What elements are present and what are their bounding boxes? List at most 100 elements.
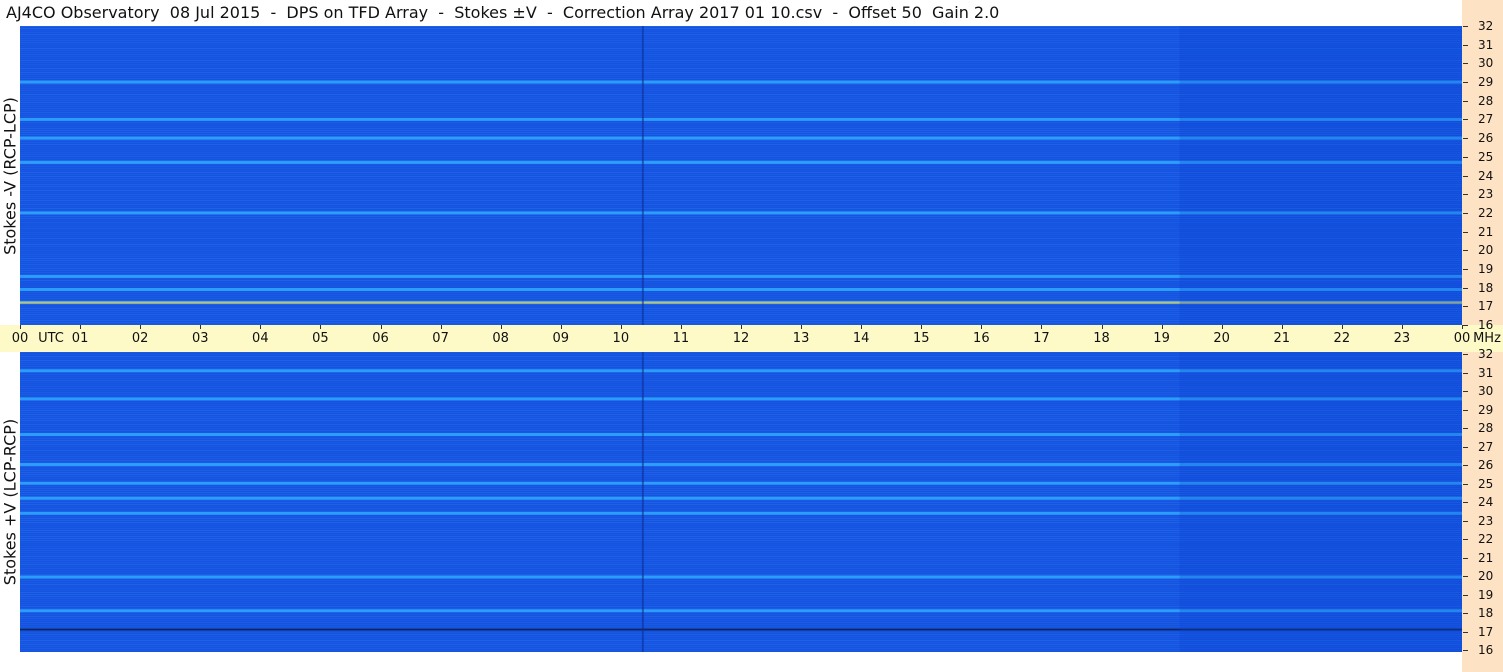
time-axis-bar: 00 01 02 03 04 05 06 07 08 09 10 11 12 13 14 15 16 17 18 19…	[0, 325, 1503, 352]
time-tick-label: 02	[131, 331, 149, 346]
frequency-tick-mark	[1463, 119, 1468, 121]
time-tick-label: 16	[973, 331, 990, 346]
frequency-tick-mark	[1463, 175, 1468, 177]
spectrogram-time-segment	[1179, 352, 1462, 652]
time-tick-mark	[320, 325, 322, 329]
frequency-tick-mark	[1463, 631, 1468, 633]
frequency-tick-mark	[1463, 231, 1468, 233]
bottom-panel-ylabel-text: Stokes +V (LCP-RCP)	[0, 418, 20, 586]
frequency-tick-label: 32	[1478, 347, 1494, 361]
frequency-tick-label: 28	[1478, 421, 1494, 435]
frequency-tick-mark	[1463, 194, 1468, 196]
time-tick-mark	[1281, 325, 1283, 329]
frequency-tick-label: 19	[1478, 587, 1494, 602]
frequency-tick-mark	[1463, 268, 1468, 270]
frequency-tick-label: 20	[1478, 243, 1494, 258]
frequency-tick-mark	[1463, 557, 1468, 559]
time-tick-mark	[140, 325, 142, 329]
frequency-tick-label: 31	[1478, 37, 1494, 52]
time-tick-label: 15	[912, 331, 930, 346]
top-panel-ylabel: Stokes -V (RCP-LCP)	[0, 26, 20, 325]
frequency-tick-label: 28	[1478, 93, 1494, 108]
frequency-tick-mark	[1463, 44, 1468, 46]
time-tick-mark	[1341, 325, 1343, 329]
frequency-tick-label: 27	[1478, 439, 1494, 454]
time-tick-label: 07	[432, 331, 449, 346]
frequency-tick-mark	[1463, 520, 1468, 522]
frequency-tick-label: 24	[1478, 495, 1494, 509]
frequency-tick-mark	[1463, 212, 1468, 214]
frequency-tick-label: 22	[1478, 205, 1494, 220]
time-tick-label: 08	[492, 331, 509, 346]
frequency-tick-label: 24	[1478, 168, 1494, 183]
time-tick-label: 12	[732, 331, 750, 346]
spectrogram-vertical-line	[641, 352, 644, 652]
frequency-tick-label: 21	[1478, 550, 1494, 565]
spectrogram-image	[20, 26, 1462, 325]
frequency-tick-label: 23	[1478, 513, 1494, 528]
frequency-tick-mark	[1463, 26, 1468, 27]
frequency-tick-mark	[1463, 354, 1468, 355]
time-tick-label: 10	[612, 331, 630, 346]
frequency-tick-mark	[1463, 576, 1468, 577]
frequency-tick-label: 29	[1478, 75, 1494, 90]
spectrogram-image	[20, 352, 1462, 652]
time-tick-mark	[260, 325, 262, 329]
frequency-tick-mark	[1463, 138, 1468, 140]
time-tick-label: 05	[312, 331, 329, 346]
frequency-tick-label: 17	[1478, 624, 1494, 639]
time-tick-mark	[861, 325, 863, 329]
time-tick-label: 01	[71, 331, 89, 346]
frequency-tick-label: 30	[1478, 56, 1494, 71]
frequency-tick-mark	[1463, 100, 1468, 102]
time-tick-mark	[380, 325, 382, 329]
bottom-margin	[0, 652, 1462, 672]
time-tick-label: 00	[11, 331, 29, 346]
frequency-tick-label: 22	[1478, 532, 1494, 546]
time-tick-mark	[1221, 325, 1223, 329]
time-tick-label: 18	[1093, 331, 1110, 346]
spectrogram-vertical-line	[641, 26, 644, 325]
time-tick-mark	[1401, 325, 1403, 329]
frequency-tick-mark	[1463, 306, 1468, 308]
frequency-tick-label: 16	[1478, 643, 1494, 657]
time-tick-mark	[200, 325, 202, 329]
time-tick-label: 14	[852, 331, 870, 346]
frequency-tick-mark	[1463, 82, 1468, 84]
frequency-tick-label: 23	[1478, 187, 1494, 202]
bottom-spectrogram	[20, 352, 1462, 652]
frequency-tick-label: 18	[1478, 606, 1494, 620]
frequency-tick-label: 20	[1478, 569, 1494, 583]
frequency-tick-label: 18	[1478, 280, 1494, 295]
frequency-tick-mark	[1463, 391, 1468, 392]
time-tick-label: 23	[1393, 331, 1411, 346]
time-tick-mark	[921, 325, 923, 329]
time-tick-label: 17	[1033, 331, 1050, 346]
frequency-tick-mark	[1463, 428, 1468, 429]
time-tick-label: 13	[792, 331, 810, 346]
bottom-frequency-axis: 32 31 30 29 28 27 26 25 24 23 22 21 20 19 18 17 16	[1462, 348, 1503, 672]
frequency-tick-label: 26	[1478, 458, 1494, 472]
utc-label: UTC	[38, 331, 64, 346]
top-spectrogram	[20, 26, 1462, 325]
time-tick-label: 06	[372, 331, 389, 346]
frequency-tick-label: 25	[1478, 476, 1494, 491]
time-tick-label: 11	[672, 331, 690, 346]
top-frequency-axis: 32 31 30 29 28 27 26 25 24 23 22 21 20 19 18 17 16	[1462, 0, 1503, 331]
time-tick-mark	[560, 325, 562, 329]
time-tick-mark	[500, 325, 502, 329]
top-panel-ylabel-text: Stokes -V (RCP-LCP)	[0, 96, 20, 255]
frequency-tick-mark	[1463, 325, 1468, 326]
frequency-tick-label: 29	[1478, 402, 1494, 417]
time-tick-mark	[80, 325, 82, 329]
frequency-tick-mark	[1463, 409, 1468, 411]
frequency-tick-mark	[1463, 63, 1468, 65]
time-tick-label: 19	[1153, 331, 1170, 346]
frequency-tick-label: 26	[1478, 131, 1494, 146]
frequency-tick-mark	[1463, 372, 1468, 374]
time-tick-mark	[1041, 325, 1043, 329]
time-tick-label: 22	[1333, 331, 1351, 346]
time-tick-mark	[981, 325, 983, 329]
frequency-tick-mark	[1463, 502, 1468, 503]
frequency-tick-mark	[1463, 539, 1468, 540]
